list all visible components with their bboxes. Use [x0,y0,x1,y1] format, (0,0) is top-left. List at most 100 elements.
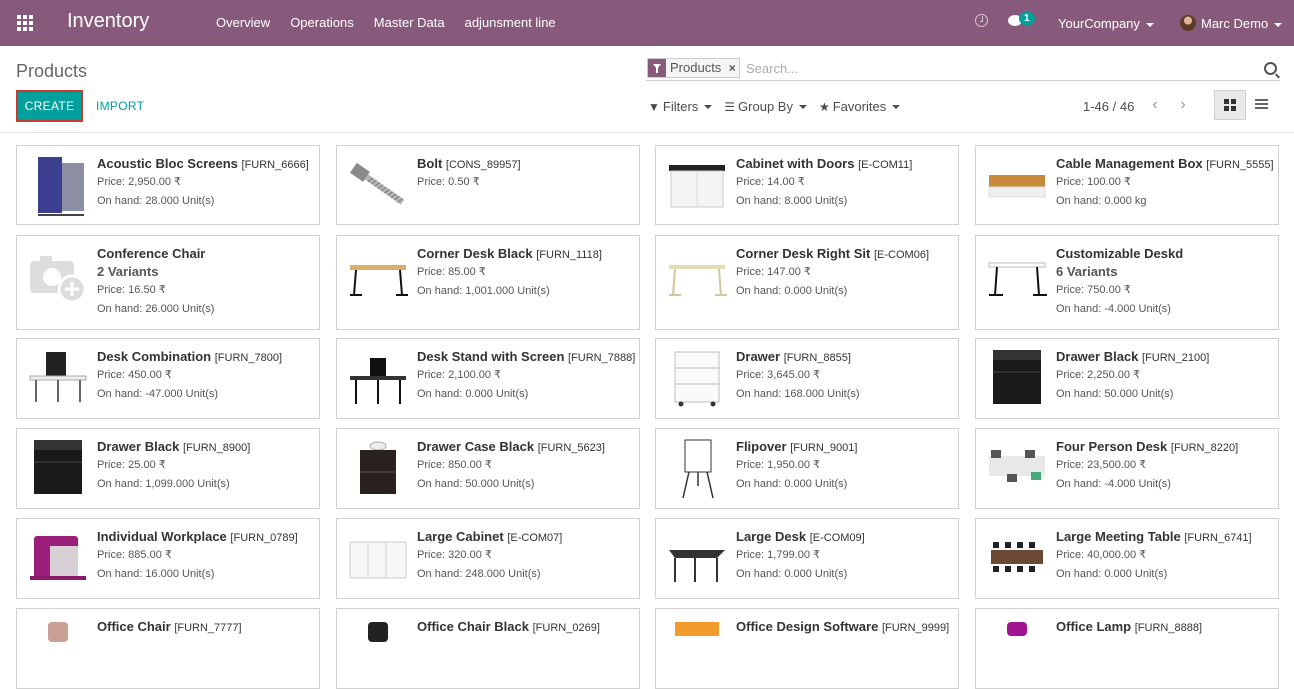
product-name-line: Large Meeting Table [FURN_6741] [1056,529,1272,546]
product-card[interactable]: Cable Management Box [FURN_5555] Price: 1… [975,145,1279,225]
product-name-line: Four Person Desk [FURN_8220] [1056,439,1272,456]
product-name: Bolt [417,156,443,171]
product-card[interactable]: Four Person Desk [FURN_8220] Price: 23,50… [975,428,1279,509]
product-card[interactable]: Customizable Deskd 6 Variants Price: 750.0… [975,235,1279,330]
product-name: Large Meeting Table [1056,529,1181,544]
product-price: Price: 885.00 ₹ [97,549,172,561]
product-card[interactable]: Large Desk [E-COM09] Price: 1,799.00 ₹ On … [655,518,959,599]
product-card[interactable]: Office Design Software [FURN_9999] [655,608,959,689]
product-card[interactable]: Drawer Black [FURN_2100] Price: 2,250.00 … [975,338,1279,419]
product-onhand: On hand: -4.000 Unit(s) [1056,303,1171,315]
product-card-body: Customizable Deskd 6 Variants Price: 750.0… [1056,246,1272,319]
product-variants: 6 Variants [1056,264,1118,279]
apps-menu-icon[interactable] [17,15,33,31]
workplace-icon [30,536,86,580]
user-menu[interactable]: Marc Demo [1201,16,1283,31]
product-card[interactable]: Drawer Black [FURN_8900] Price: 25.00 ₹ On… [16,428,320,509]
list-icon [1255,99,1268,109]
product-name: Corner Desk Right Sit [736,246,871,261]
product-name-line: Acoustic Bloc Screens [FURN_6666] [97,156,313,173]
menu-adjustment-line[interactable]: adjunsment line [455,0,566,46]
product-onhand: On hand: 1,001.000 Unit(s) [417,285,550,297]
product-card[interactable]: Corner Desk Right Sit [E-COM06] Price: 14… [655,235,959,330]
filters-label: Filters [662,99,699,114]
bolt-icon [349,162,405,205]
product-ref: [FURN_0789] [230,532,298,544]
product-name: Drawer [736,349,781,364]
desk-light-icon [669,265,727,296]
search-input[interactable]: Search... [746,61,798,76]
product-ref: [E-COM09] [809,532,865,544]
cabinet-icon [669,165,725,208]
product-name-line: Large Desk [E-COM09] [736,529,952,546]
pager-value[interactable]: 1-46 / 46 [1083,99,1134,114]
star-icon: ★ [818,99,830,114]
product-card[interactable]: Office Lamp [FURN_8888] [975,608,1279,689]
product-card[interactable]: Large Cabinet [E-COM07] Price: 320.00 ₹ On… [336,518,640,599]
product-card[interactable]: Desk Stand with Screen [FURN_7888] Price:… [336,338,640,419]
large-cabinet-icon [349,541,407,579]
product-card-body: Drawer Black [FURN_8900] Price: 25.00 ₹ On… [97,439,313,494]
filters-dropdown[interactable]: ▼ Filters [648,99,713,114]
product-card[interactable]: Corner Desk Black [FURN_1118] Price: 85.0… [336,235,640,330]
import-button[interactable]: IMPORT [96,99,144,113]
user-avatar[interactable] [1180,15,1196,31]
product-card-body: Drawer [FURN_8855] Price: 3,645.00 ₹ On ha… [736,349,952,404]
product-card[interactable]: Desk Combination [FURN_7800] Price: 450.0… [16,338,320,419]
product-name: Desk Combination [97,349,212,364]
drawer-white-icon [674,351,720,407]
product-price: Price: 85.00 ₹ [417,266,486,278]
product-name-line: Desk Combination [FURN_7800] [97,349,313,366]
favorites-dropdown[interactable]: ★ Favorites [818,99,901,114]
pager-next-icon[interactable]: › [1175,96,1191,114]
product-ref: [FURN_0269] [532,622,600,634]
search-bar[interactable]: Products × Search... [646,57,1280,81]
product-card-body: Four Person Desk [FURN_8220] Price: 23,50… [1056,439,1272,494]
create-button[interactable]: CREATE [16,90,83,122]
desk-white-icon [988,262,1047,296]
product-card-body: Large Meeting Table [FURN_6741] Price: 40… [1056,529,1272,584]
product-card[interactable]: Bolt [CONS_89957] Price: 0.50 ₹ [336,145,640,225]
search-icon[interactable] [1264,62,1277,75]
product-card[interactable]: Acoustic Bloc Screens [FURN_6666] Price: … [16,145,320,225]
product-name: Drawer Black [97,439,180,454]
activity-clock-icon[interactable] [975,14,988,27]
product-card[interactable]: Conference Chair 2 Variants Price: 16.50 ₹… [16,235,320,330]
product-card[interactable]: Cabinet with Doors [E-COM11] Price: 14.00… [655,145,959,225]
app-brand[interactable]: Inventory [67,10,149,33]
groupby-dropdown[interactable]: ☰ Group By [724,99,807,114]
product-card[interactable]: Flipover [FURN_9001] Price: 1,950.00 ₹ On … [655,428,959,509]
product-price: Price: 2,100.00 ₹ [417,369,502,381]
menu-master-data[interactable]: Master Data [364,0,455,46]
product-ref: [FURN_7777] [174,622,242,634]
product-name: Flipover [736,439,787,454]
product-name: Conference Chair [97,246,206,261]
product-price: Price: 850.00 ₹ [417,459,492,471]
product-card[interactable]: Drawer [FURN_8855] Price: 3,645.00 ₹ On ha… [655,338,959,419]
company-switcher[interactable]: YourCompany [1058,16,1154,31]
lamp-icon [1007,622,1027,636]
product-card[interactable]: Office Chair Black [FURN_0269] [336,608,640,689]
menu-operations[interactable]: Operations [280,0,364,46]
product-variants: 2 Variants [97,264,159,279]
menu-overview[interactable]: Overview [206,0,280,46]
drawer-black-icon [993,350,1041,404]
product-card[interactable]: Large Meeting Table [FURN_6741] Price: 40… [975,518,1279,599]
kanban-view-button[interactable] [1214,90,1246,120]
drawer-black-icon [34,440,82,494]
product-price: Price: 40,000.00 ₹ [1056,549,1147,561]
product-onhand: On hand: 0.000 Unit(s) [1056,568,1168,580]
pager-previous-icon[interactable]: ‹ [1147,96,1163,114]
groupby-label: Group By [738,99,793,114]
product-card[interactable]: Drawer Case Black [FURN_5623] Price: 850.… [336,428,640,509]
list-view-button[interactable] [1246,90,1278,120]
product-price: Price: 3,645.00 ₹ [736,369,821,381]
product-onhand: On hand: 0.000 Unit(s) [417,388,529,400]
product-price: Price: 16.50 ₹ [97,284,166,296]
product-ref: [FURN_2100] [1142,352,1210,364]
remove-facet-icon[interactable]: × [725,59,740,77]
product-card[interactable]: Office Chair [FURN_7777] [16,608,320,689]
product-price: Price: 1,950.00 ₹ [736,459,821,471]
product-card[interactable]: Individual Workplace [FURN_0789] Price: 8… [16,518,320,599]
product-card-body: Cable Management Box [FURN_5555] Price: 1… [1056,156,1274,211]
